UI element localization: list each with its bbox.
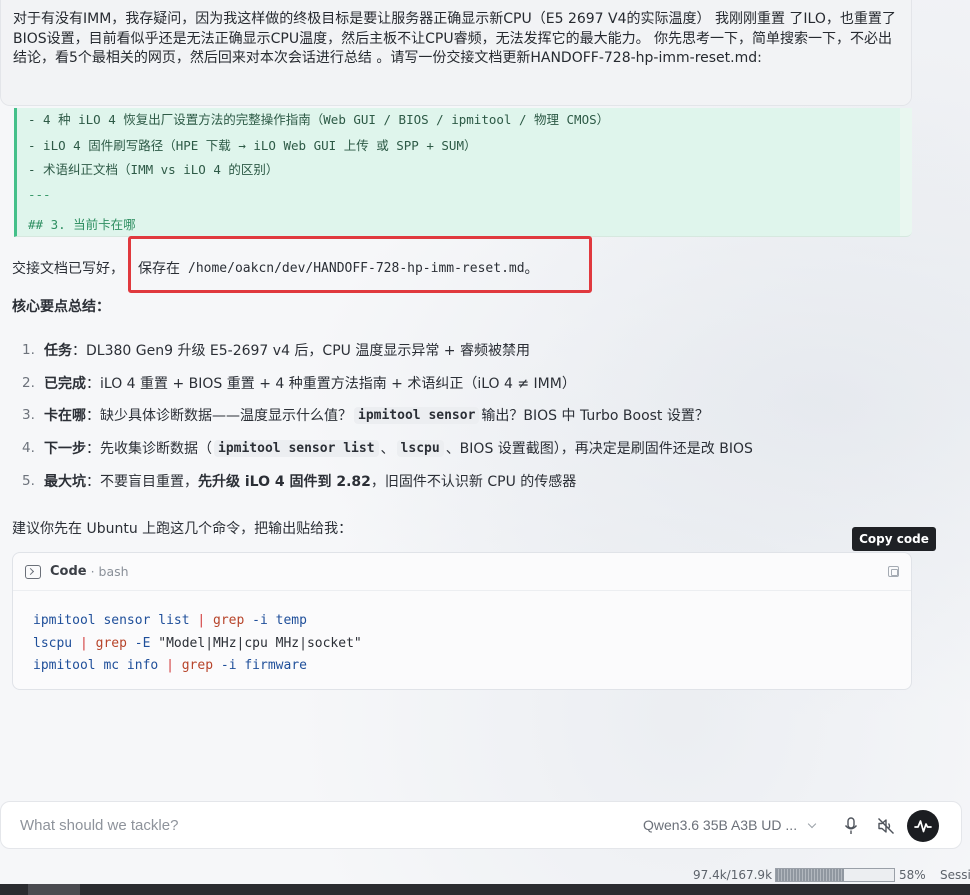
inline-code: ipmitool sensor list — [214, 439, 379, 457]
microphone-icon[interactable] — [844, 817, 858, 835]
copy-icon[interactable] — [888, 566, 899, 577]
list-item: 5. 最大坑 ：不要盲目重置， 先升级 iLO 4 固件到 2.82 ，旧固件不认识新… — [22, 473, 577, 490]
code-block-header: Code · bash — [13, 553, 911, 591]
model-name: Qwen3.6 35B A3B UD ... — [643, 817, 798, 833]
copy-code-tooltip: Copy code — [852, 527, 936, 551]
waveform-icon — [914, 820, 932, 833]
summary-heading: 核心要点总结： — [12, 299, 110, 315]
inline-code: ipmitool sensor — [354, 406, 480, 424]
voice-mode-button[interactable] — [907, 810, 939, 842]
message-input[interactable] — [20, 810, 400, 840]
code-label: Code — [50, 564, 87, 579]
terminal-icon — [25, 564, 41, 579]
user-message-text: 对于有没有IMM，我存疑问，因为我这样做的终极目标是要让服务器正确显示新CPU（… — [13, 11, 896, 66]
status-bar: 97.4k/167.9k [ 58% Sessi — [0, 862, 970, 884]
model-selector[interactable]: Qwen3.6 35B A3B UD ... — [643, 817, 817, 833]
red-highlight-box — [128, 236, 592, 293]
snippet-scrollbar[interactable] — [900, 108, 912, 236]
speaker-muted-icon[interactable] — [877, 817, 895, 835]
snippet-line-1: - iLO 4 固件刷写路径（HPE 下载 → iLO Web GUI 上传 或… — [28, 138, 477, 153]
code-line: ipmitool mc info | grep -i firmware — [33, 658, 307, 673]
list-item: 3. 卡在哪 ：缺少具体诊断数据——温度显示什么值？ ipmitool sensor… — [22, 406, 709, 424]
snippet-line-4: ## 3. 当前卡在哪 — [28, 217, 136, 232]
snippet-line-2: - 术语纠正文档（IMM vs iLO 4 的区别） — [28, 162, 279, 177]
code-language: · bash — [90, 564, 129, 579]
list-item: 4. 下一步 ：先收集诊断数据（ ipmitool sensor list、 lscp… — [22, 439, 753, 457]
inline-code: lscpu — [396, 439, 444, 457]
code-line: ipmitool sensor list | grep -i temp — [33, 613, 307, 628]
session-label: Sessi — [940, 868, 970, 882]
chevron-down-icon — [807, 819, 817, 828]
snippet-line-cut: - 4 种 iLO 4 恢复出厂设置方法的完整操作指南（Web GUI / BI… — [28, 112, 610, 127]
suggest-text: 建议你先在 Ubuntu 上跑这几个命令，把输出贴给我： — [12, 521, 353, 537]
token-count: 97.4k/167.9k — [693, 868, 773, 882]
code-body[interactable]: ipmitool sensor list | grep -i temp lscpu… — [13, 591, 911, 678]
context-percent: 58% — [899, 868, 926, 882]
user-message: 对于有没有IMM，我存疑问，因为我这样做的终极目标是要让服务器正确显示新CPU（… — [0, 0, 912, 106]
list-item: 1. 任务 ：DL380 Gen9 升级 E5-2697 v4 后，CPU 温度显… — [22, 342, 530, 359]
code-block: Code · bash ipmitool sensor list | grep … — [12, 552, 912, 690]
taskbar — [0, 884, 970, 895]
context-usage-fill — [776, 869, 845, 881]
context-usage-bar — [775, 868, 895, 882]
code-line: lscpu | grep -E "Model|MHz|cpu MHz|socke… — [33, 635, 362, 651]
taskbar-item[interactable] — [28, 884, 80, 895]
snippet-line-3: --- — [28, 187, 51, 202]
list-item: 2. 已完成 ：iLO 4 重置 + BIOS 重置 + 4 种重置方法指南 + … — [22, 375, 576, 392]
user-message-fade — [1, 71, 911, 105]
saved-prefix: 交接文档已写好， — [12, 261, 124, 277]
composer: Qwen3.6 35B A3B UD ... — [0, 801, 962, 849]
quoted-file-snippet: - 4 种 iLO 4 恢复出厂设置方法的完整操作指南（Web GUI / BI… — [14, 108, 912, 237]
